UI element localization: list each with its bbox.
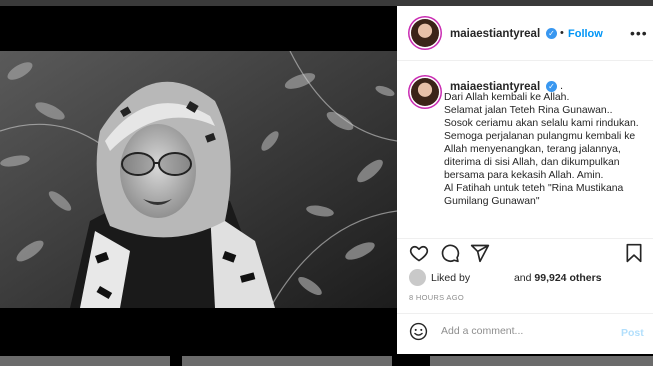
liker-avatar[interactable] bbox=[409, 269, 426, 286]
comment-icon[interactable] bbox=[440, 243, 460, 263]
caption-avatar[interactable] bbox=[411, 78, 439, 106]
likes-count-link[interactable]: 99,924 others bbox=[534, 272, 601, 284]
caption-line: Dari Allah kembali ke Allah. bbox=[444, 92, 570, 103]
heart-icon[interactable] bbox=[409, 243, 429, 263]
avatar[interactable] bbox=[411, 19, 439, 47]
share-icon[interactable] bbox=[470, 243, 490, 263]
follow-button[interactable]: Follow bbox=[568, 28, 603, 40]
bookmark-icon[interactable] bbox=[625, 243, 643, 263]
post-timestamp[interactable]: 8 HOURS AGO bbox=[409, 293, 464, 302]
actions-divider bbox=[397, 238, 653, 239]
likes-connector: and bbox=[513, 272, 532, 284]
background-thumbnail bbox=[0, 356, 170, 366]
username-link[interactable]: maiaestiantyreal bbox=[450, 28, 540, 40]
post-photo[interactable] bbox=[0, 51, 397, 308]
likes-prefix: Liked by bbox=[431, 272, 471, 284]
post-detail-panel: maiaestiantyreal ✓ • Follow ••• maiaesti… bbox=[397, 6, 653, 354]
caption-line: Sosok ceriamu akan selalu kami rindukan.… bbox=[444, 118, 639, 181]
more-options-icon[interactable]: ••• bbox=[630, 25, 648, 41]
likes-summary: Liked by and 99,924 others bbox=[431, 272, 602, 284]
emoji-icon[interactable] bbox=[409, 322, 428, 341]
caption-text: Dari Allah kembali ke Allah. Selamat jal… bbox=[444, 91, 650, 208]
background-thumbnail bbox=[430, 356, 653, 366]
caption-line: Al Fatihah untuk teteh "Rina Mustikana G… bbox=[444, 183, 624, 207]
post-comment-button[interactable]: Post bbox=[621, 327, 644, 339]
comment-input[interactable] bbox=[439, 324, 613, 338]
verified-badge-icon: ✓ bbox=[546, 28, 557, 39]
separator-dot: • bbox=[560, 27, 564, 39]
background-thumbnail bbox=[182, 356, 392, 366]
comment-divider bbox=[397, 313, 653, 314]
caption-line: Selamat jalan Teteh Rina Gunawan.. bbox=[444, 105, 613, 116]
post-header: maiaestiantyreal ✓ • Follow ••• bbox=[397, 6, 653, 61]
post-image bbox=[0, 51, 397, 308]
